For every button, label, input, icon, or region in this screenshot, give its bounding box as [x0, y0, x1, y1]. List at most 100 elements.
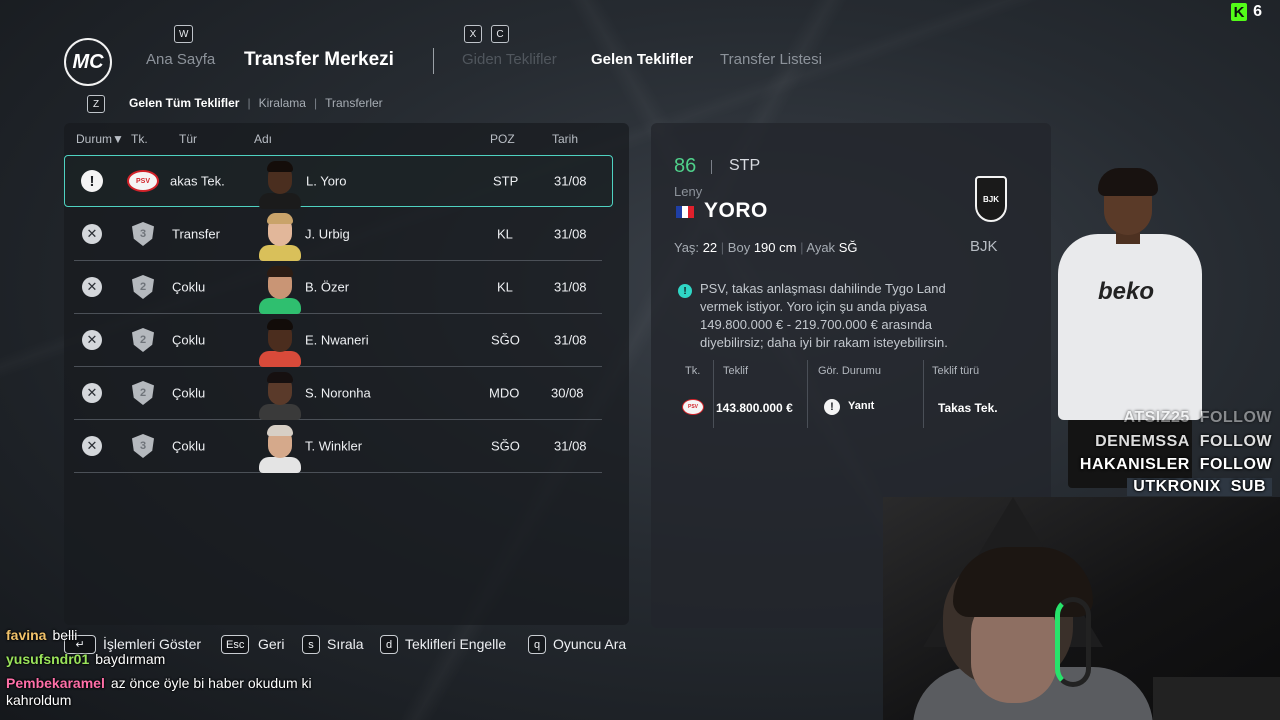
player-name: T. Winkler — [305, 438, 363, 454]
bio-divider: | — [800, 240, 804, 255]
rejected-icon: ✕ — [82, 224, 102, 244]
offer-row[interactable]: ✕ 2 Çoklu E. Nwaneri SĞO 31/08 — [74, 314, 602, 367]
player-name: B. Özer — [305, 279, 350, 295]
response-needed-icon: ! — [824, 399, 840, 415]
key-hint-z: Z — [87, 95, 105, 113]
club-code: BJK — [970, 238, 998, 255]
nav-divider — [433, 48, 434, 74]
tab-transfer-list[interactable]: Transfer Listesi — [720, 51, 822, 68]
offer-type: Çoklu — [172, 332, 206, 348]
subscriber-name: UTKRONIX — [1133, 478, 1221, 495]
offer-type: Çoklu — [172, 279, 206, 295]
column-header-position[interactable]: POZ — [490, 132, 515, 146]
player-position: MDO — [489, 385, 520, 401]
foot-label: Ayak — [806, 240, 836, 255]
hint-show-actions[interactable]: İşlemleri Göster — [103, 636, 201, 652]
offer-date: 31/08 — [554, 438, 587, 454]
column-header-status[interactable]: Durum▼ — [76, 132, 124, 146]
rejected-icon: ✕ — [82, 383, 102, 403]
offer-row[interactable]: ✕ 3 Çoklu T. Winkler SĞO 31/08 — [74, 420, 602, 473]
club-shield-icon: 2 — [132, 381, 154, 405]
subtab-all-offers[interactable]: Gelen Tüm Teklifler — [129, 96, 239, 110]
offer-message-line: vermek istiyor. Yoro için şu anda piyasa — [700, 299, 927, 314]
height-value: 190 cm — [753, 240, 797, 255]
player-first-name: Leny — [674, 184, 703, 199]
offer-row[interactable]: ✕ 2 Çoklu S. Noronha MDO 30/08 — [74, 367, 602, 420]
club-shield-icon: 3 — [132, 434, 154, 458]
offer-col-amount: Teklif — [723, 365, 749, 377]
kick-viewer-count: K 6 — [1231, 3, 1262, 21]
sub-navigation: Gelen Tüm Teklifler | Kiralama | Transfe… — [129, 96, 383, 110]
club-shield-icon: 3 — [132, 222, 154, 246]
offer-row[interactable]: ✕ 2 Çoklu B. Özer KL 31/08 — [74, 261, 602, 314]
offer-row[interactable]: ✕ 3 Transfer J. Urbig KL 31/08 — [74, 208, 602, 261]
player-portrait — [259, 317, 301, 367]
offer-type: akas Tek. — [170, 173, 225, 189]
follower-name: DENEMSSA — [1095, 433, 1190, 450]
table-divider — [713, 360, 714, 428]
follow-action: FOLLOW — [1199, 456, 1272, 473]
alert-icon: ! — [81, 170, 103, 192]
nav-home[interactable]: Ana Sayfa — [146, 51, 215, 68]
besiktas-crest-icon: BJK — [975, 176, 1007, 222]
player-rating: 86 — [674, 155, 697, 177]
player-position: STP — [493, 173, 519, 189]
age-value: 22 — [702, 240, 718, 255]
column-header-type[interactable]: Tür — [179, 132, 197, 146]
table-divider — [807, 360, 808, 428]
player-position: KL — [497, 279, 513, 295]
hint-back[interactable]: Geri — [258, 636, 284, 652]
offer-status[interactable]: Yanıt — [848, 400, 874, 412]
viewer-count: 6 — [1253, 3, 1262, 20]
offer-col-status: Gör. Durumu — [818, 365, 881, 377]
s-key-icon: s — [302, 635, 320, 654]
player-portrait — [259, 264, 301, 314]
hint-block-offers[interactable]: Teklifleri Engelle — [405, 636, 506, 652]
esc-key-icon: Esc — [221, 635, 250, 654]
player-portrait — [259, 423, 301, 473]
offer-type: Çoklu — [172, 438, 206, 454]
tab-incoming-offers[interactable]: Gelen Teklifler — [591, 51, 693, 68]
subnav-divider: | — [313, 96, 318, 110]
player-portrait — [259, 211, 301, 261]
subtab-transfers[interactable]: Transferler — [325, 96, 383, 110]
chat-message: yusufsndr01 baydırmam — [6, 651, 165, 668]
psv-crest-icon: PSV — [127, 170, 159, 192]
offer-type: Transfer — [172, 226, 220, 242]
offer-message-line: 149.800.000 € - 219.700.000 € arasında — [700, 317, 933, 332]
chat-username: yusufsndr01 — [6, 651, 90, 667]
hint-search-player[interactable]: Oyuncu Ara — [553, 636, 626, 652]
chat-message: favina belli — [6, 627, 77, 644]
player-position-detail: STP — [729, 157, 761, 174]
key-hint-w: W — [174, 25, 194, 43]
column-header-name[interactable]: Adı — [254, 132, 272, 146]
rejected-icon: ✕ — [82, 330, 102, 350]
hint-sort[interactable]: Sırala — [327, 636, 364, 652]
tab-outgoing-offers[interactable]: Giden Teklifler — [462, 51, 557, 68]
subnav-divider: | — [247, 96, 251, 110]
follow-action: FOLLOW — [1199, 433, 1272, 450]
nav-transfer-hub[interactable]: Transfer Merkezi — [244, 49, 394, 71]
offer-message: PSV, takas anlaşması dahilinde Tygo Land… — [700, 280, 948, 352]
chat-username: Pembekaramel — [6, 675, 105, 691]
player-position: KL — [497, 226, 513, 242]
subtab-loans[interactable]: Kiralama — [259, 96, 306, 110]
column-header-date[interactable]: Tarih — [552, 132, 578, 146]
chat-text: baydırmam — [95, 651, 166, 667]
offer-type: Çoklu — [172, 385, 206, 401]
column-header-club[interactable]: Tk. — [131, 132, 148, 146]
offer-date: 30/08 — [551, 385, 584, 401]
chat-username: favina — [6, 627, 47, 643]
offer-row-selected[interactable]: ! PSV akas Tek. L. Yoro STP 31/08 — [64, 155, 613, 209]
offer-message-line: diyebilirsiz; daha iyi bir rakam isteyeb… — [700, 335, 948, 350]
height-label: Boy — [727, 240, 751, 255]
q-key-icon: q — [528, 635, 546, 654]
offer-message-line: PSV, takas anlaşması dahilinde Tygo Land — [700, 281, 946, 296]
table-divider — [923, 360, 924, 428]
offer-date: 31/08 — [554, 332, 587, 348]
sort-desc-icon: ▼ — [112, 132, 124, 146]
offer-date: 31/08 — [554, 173, 587, 189]
key-hint-c: C — [491, 25, 509, 43]
info-icon: ! — [678, 284, 692, 298]
chat-message: Pembekaramel az önce öyle bi haber okudum… — [6, 675, 356, 709]
